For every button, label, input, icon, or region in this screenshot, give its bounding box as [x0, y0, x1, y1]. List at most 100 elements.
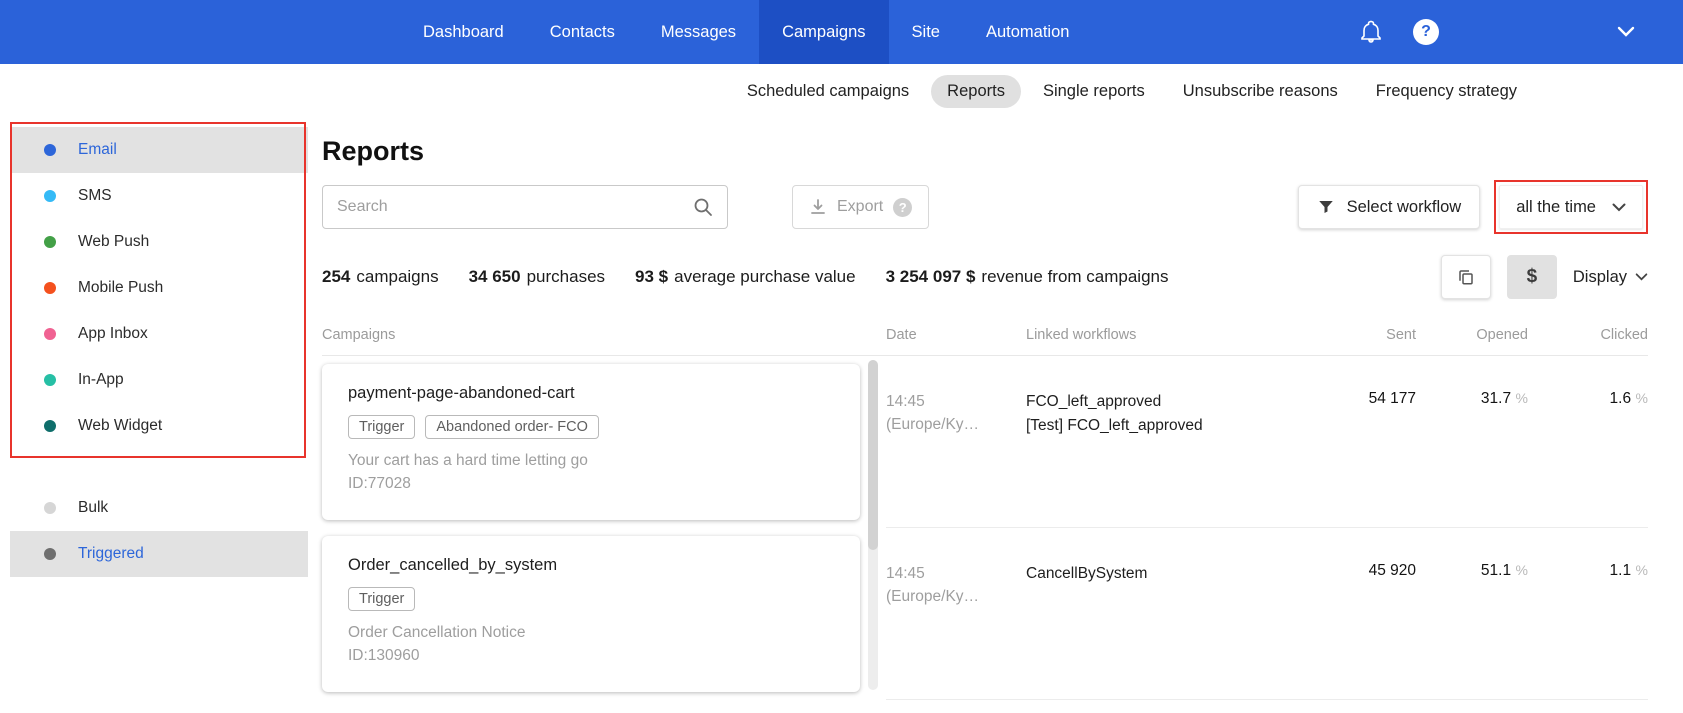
chevron-down-icon: [1612, 203, 1626, 212]
search-input[interactable]: [337, 198, 693, 216]
notifications-bell-icon[interactable]: [1359, 20, 1383, 44]
time-filter-value: all the time: [1516, 197, 1596, 216]
sidebar-item-app-inbox[interactable]: App Inbox: [10, 311, 308, 357]
search-icon[interactable]: [693, 197, 713, 217]
row-details: 14:45 (Europe/Ky… FCO_left_approved [Tes…: [886, 356, 1648, 528]
subnav-scheduled-campaigns[interactable]: Scheduled campaigns: [731, 75, 925, 108]
controls-row: Export ? Select workflow all the time: [322, 180, 1648, 234]
annotation-box-time-filter: all the time: [1494, 180, 1648, 234]
campaign-type-group: Bulk Triggered: [0, 485, 308, 577]
channel-group: Email SMS Web Push Mobile Push App Inbox…: [0, 127, 308, 449]
sidebar-item-mobile-push[interactable]: Mobile Push: [10, 265, 308, 311]
reports-main: Reports Export ?: [308, 118, 1683, 713]
linked-workflow: CancellBySystem: [1026, 565, 1148, 582]
sidebar-item-bulk[interactable]: Bulk: [10, 485, 308, 531]
stat-value: 254: [322, 267, 351, 286]
clicked-value: 1.6: [1609, 390, 1632, 407]
display-label: Display: [1572, 267, 1627, 286]
subnav-frequency-strategy[interactable]: Frequency strategy: [1360, 75, 1533, 108]
download-icon: [809, 198, 827, 216]
column-header-sent: Sent: [1386, 327, 1416, 343]
column-header-linked-workflows: Linked workflows: [1026, 327, 1137, 343]
subnav-unsubscribe-reasons[interactable]: Unsubscribe reasons: [1167, 75, 1354, 108]
campaign-subject: Your cart has a hard time letting go: [348, 452, 588, 469]
account-menu-chevron-icon[interactable]: [1617, 26, 1635, 38]
campaign-subject: Order Cancellation Notice: [348, 624, 526, 641]
stat-average-purchase: 93 $ average purchase value: [635, 267, 856, 287]
sms-channel-dot: [44, 190, 56, 202]
stat-value: 34 650: [468, 267, 521, 286]
stat-revenue: 3 254 097 $ revenue from campaigns: [886, 267, 1169, 287]
opened-value: 31.7: [1480, 390, 1512, 407]
table-row: payment-page-abandoned-cart Trigger Aban…: [322, 356, 1648, 528]
sidebar-item-in-app[interactable]: In-App: [10, 357, 308, 403]
export-button[interactable]: Export ?: [792, 185, 930, 229]
campaign-id: ID:77028: [348, 475, 411, 492]
sidebar-item-label: SMS: [78, 187, 112, 204]
row-date-timezone: (Europe/Ky…: [886, 416, 980, 434]
triggered-type-dot: [44, 548, 56, 560]
sidebar-item-label: Bulk: [78, 499, 109, 516]
sidebar-item-web-widget[interactable]: Web Widget: [10, 403, 308, 449]
email-channel-dot: [44, 144, 56, 156]
in-app-channel-dot: [44, 374, 56, 386]
search-box: [322, 185, 728, 229]
row-date-timezone: (Europe/Ky…: [886, 588, 980, 606]
nav-item-messages[interactable]: Messages: [638, 0, 759, 64]
table-row: Order_cancelled_by_system Trigger Order …: [322, 528, 1648, 700]
mobile-push-channel-dot: [44, 282, 56, 294]
campaign-card[interactable]: payment-page-abandoned-cart Trigger Aban…: [322, 364, 860, 520]
row-details: 14:45 (Europe/Ky… CancellBySystem 45 920…: [886, 528, 1648, 700]
stat-value: 3 254 097 $: [885, 267, 976, 286]
nav-item-automation[interactable]: Automation: [963, 0, 1092, 64]
opened-unit: %: [1515, 562, 1528, 578]
row-date-time: 14:45: [886, 565, 925, 582]
page-title: Reports: [322, 136, 425, 166]
table-header: Campaigns Date Linked workflows Sent Ope…: [322, 327, 1648, 356]
controls-right: Select workflow all the time: [1297, 180, 1648, 234]
nav-item-contacts[interactable]: Contacts: [527, 0, 638, 64]
stat-value: 93 $: [635, 267, 669, 286]
sidebar-item-label: Web Widget: [78, 417, 163, 434]
export-label: Export: [837, 198, 884, 215]
stat-purchases: 34 650 purchases: [469, 267, 605, 287]
sidebar-item-web-push[interactable]: Web Push: [10, 219, 308, 265]
sidebar-item-sms[interactable]: SMS: [10, 173, 308, 219]
subnav-single-reports[interactable]: Single reports: [1027, 75, 1161, 108]
currency-toggle-button[interactable]: $: [1506, 255, 1557, 299]
subnav-reports[interactable]: Reports: [931, 74, 1021, 108]
select-workflow-button[interactable]: Select workflow: [1297, 185, 1481, 229]
campaign-list-scrollbar[interactable]: [868, 360, 878, 690]
tag-trigger: Trigger: [348, 587, 416, 611]
campaign-name: payment-page-abandoned-cart: [348, 384, 575, 402]
sidebar-item-label: Triggered: [78, 545, 144, 562]
sidebar-item-triggered[interactable]: Triggered: [10, 531, 308, 577]
nav-item-site[interactable]: Site: [889, 0, 963, 64]
campaign-card[interactable]: Order_cancelled_by_system Trigger Order …: [322, 536, 860, 692]
table-body: payment-page-abandoned-cart Trigger Aban…: [322, 356, 1648, 700]
sent-value: 54 177: [1368, 390, 1416, 407]
stats-row: 254 campaigns 34 650 purchases 93 $ average…: [322, 255, 1648, 299]
help-icon[interactable]: ?: [1413, 19, 1439, 45]
scrollbar-thumb[interactable]: [868, 360, 878, 550]
stat-campaigns: 254 campaigns: [322, 267, 439, 287]
column-header-opened: Opened: [1476, 327, 1528, 343]
row-date-time: 14:45: [886, 393, 925, 410]
nav-item-dashboard[interactable]: Dashboard: [400, 0, 527, 64]
chevron-down-icon: [1635, 273, 1648, 281]
web-push-channel-dot: [44, 236, 56, 248]
export-help-icon[interactable]: ?: [893, 197, 913, 217]
sidebar-item-email[interactable]: Email: [10, 127, 308, 173]
reports-subnav: Scheduled campaigns Reports Single repor…: [0, 64, 1683, 118]
copy-button[interactable]: [1440, 255, 1491, 299]
tag-trigger: Trigger: [348, 415, 416, 439]
channel-sidebar: Email SMS Web Push Mobile Push App Inbox…: [0, 118, 308, 713]
main-menu: Dashboard Contacts Messages Campaigns Si…: [400, 0, 1092, 64]
stat-label: average purchase value: [674, 267, 856, 286]
clicked-value: 1.1: [1609, 562, 1632, 579]
display-dropdown[interactable]: Display: [1573, 268, 1648, 287]
funnel-icon: [1317, 198, 1335, 216]
nav-item-campaigns[interactable]: Campaigns: [759, 0, 889, 64]
time-filter-dropdown[interactable]: all the time: [1499, 185, 1643, 229]
column-header-campaigns: Campaigns: [322, 327, 396, 343]
